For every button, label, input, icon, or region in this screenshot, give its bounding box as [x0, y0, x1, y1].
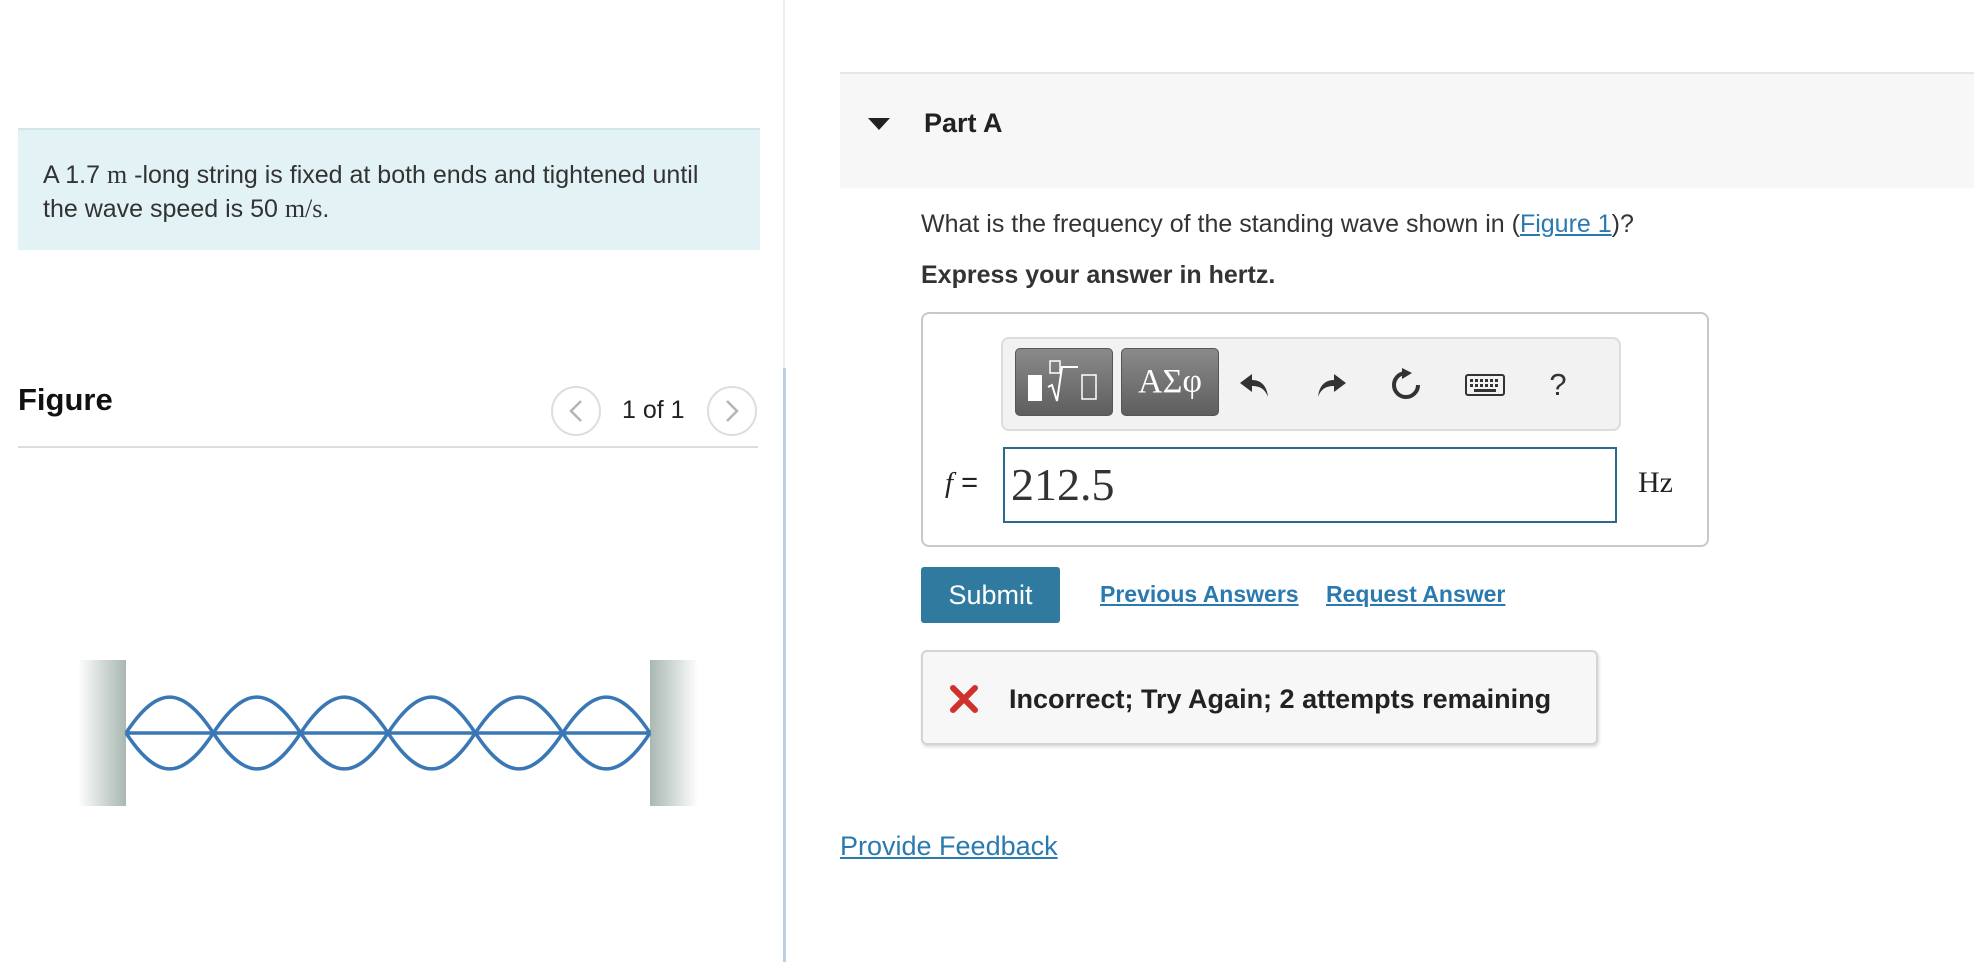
question-text: What is the frequency of the standing wa…: [921, 210, 1634, 239]
request-answer-link[interactable]: Request Answer: [1326, 581, 1505, 608]
provide-feedback-link[interactable]: Provide Feedback: [840, 831, 1058, 862]
keyboard-icon: [1465, 374, 1505, 396]
panel-divider: [783, 368, 786, 962]
question-prefix: What is the frequency of the standing wa…: [921, 210, 1520, 238]
left-panel: A 1.7 m -long string is fixed at both en…: [0, 0, 785, 962]
equals-sign: =: [961, 467, 979, 499]
figure-page-count: 1 of 1: [622, 396, 685, 424]
standing-wave-figure: [78, 660, 698, 806]
problem-text-3: .: [322, 195, 330, 223]
greek-letters-icon: ΑΣφ: [1138, 363, 1202, 400]
reset-icon: [1392, 368, 1420, 399]
undo-button[interactable]: [1233, 363, 1277, 407]
answer-variable-label: f =: [945, 467, 978, 500]
templates-icon: [1028, 360, 1097, 402]
chevron-left-icon: [569, 400, 582, 422]
answer-box: ΑΣφ ? f = 212.5 Hz: [921, 312, 1709, 547]
wave-lower-curve: [124, 729, 652, 771]
collapse-caret-icon[interactable]: [868, 118, 890, 130]
help-icon: ?: [1549, 367, 1567, 402]
answer-input[interactable]: 212.5: [1003, 447, 1617, 523]
templates-button[interactable]: [1015, 348, 1113, 416]
part-header[interactable]: Part A: [840, 72, 1974, 188]
feedback-text: Incorrect; Try Again; 2 attempts remaini…: [1009, 684, 1552, 714]
keyboard-button[interactable]: [1463, 363, 1507, 407]
previous-answers-link[interactable]: Previous Answers: [1100, 581, 1299, 608]
right-wall: [650, 660, 698, 806]
previous-figure-button[interactable]: [551, 386, 601, 436]
chevron-right-icon: [726, 400, 739, 422]
problem-statement: A 1.7 m -long string is fixed at both en…: [18, 128, 760, 250]
reset-button[interactable]: [1384, 363, 1428, 407]
problem-unit-speed: m/s: [284, 194, 323, 223]
question-suffix: )?: [1611, 210, 1634, 238]
math-toolbar: ΑΣφ ?: [1001, 337, 1621, 431]
wave-upper-curve: [124, 695, 652, 737]
problem-unit-m: m: [106, 160, 128, 189]
problem-text-1: A 1.7: [43, 161, 107, 189]
part-title: Part A: [924, 108, 1003, 138]
figure-link[interactable]: Figure 1: [1520, 210, 1612, 238]
feedback-message-box: Incorrect; Try Again; 2 attempts remaini…: [921, 650, 1598, 745]
answer-unit: Hz: [1638, 466, 1673, 499]
panel-divider-top: [783, 0, 785, 370]
left-wall: [78, 660, 126, 806]
redo-button[interactable]: [1309, 363, 1353, 407]
help-button[interactable]: ?: [1536, 363, 1580, 407]
submit-button[interactable]: Submit: [921, 567, 1060, 623]
variable-symbol: f: [945, 467, 954, 499]
incorrect-x-icon: [950, 685, 978, 713]
undo-icon: [1240, 374, 1268, 397]
greek-letters-button[interactable]: ΑΣφ: [1121, 348, 1219, 416]
answer-instruction: Express your answer in hertz.: [921, 261, 1276, 289]
figure-header: Figure 1 of 1: [18, 370, 758, 448]
redo-icon: [1318, 374, 1346, 397]
figure-title: Figure: [18, 382, 113, 417]
next-figure-button[interactable]: [707, 386, 757, 436]
problem-text-2: -long string is fixed at both ends and t…: [43, 161, 699, 223]
